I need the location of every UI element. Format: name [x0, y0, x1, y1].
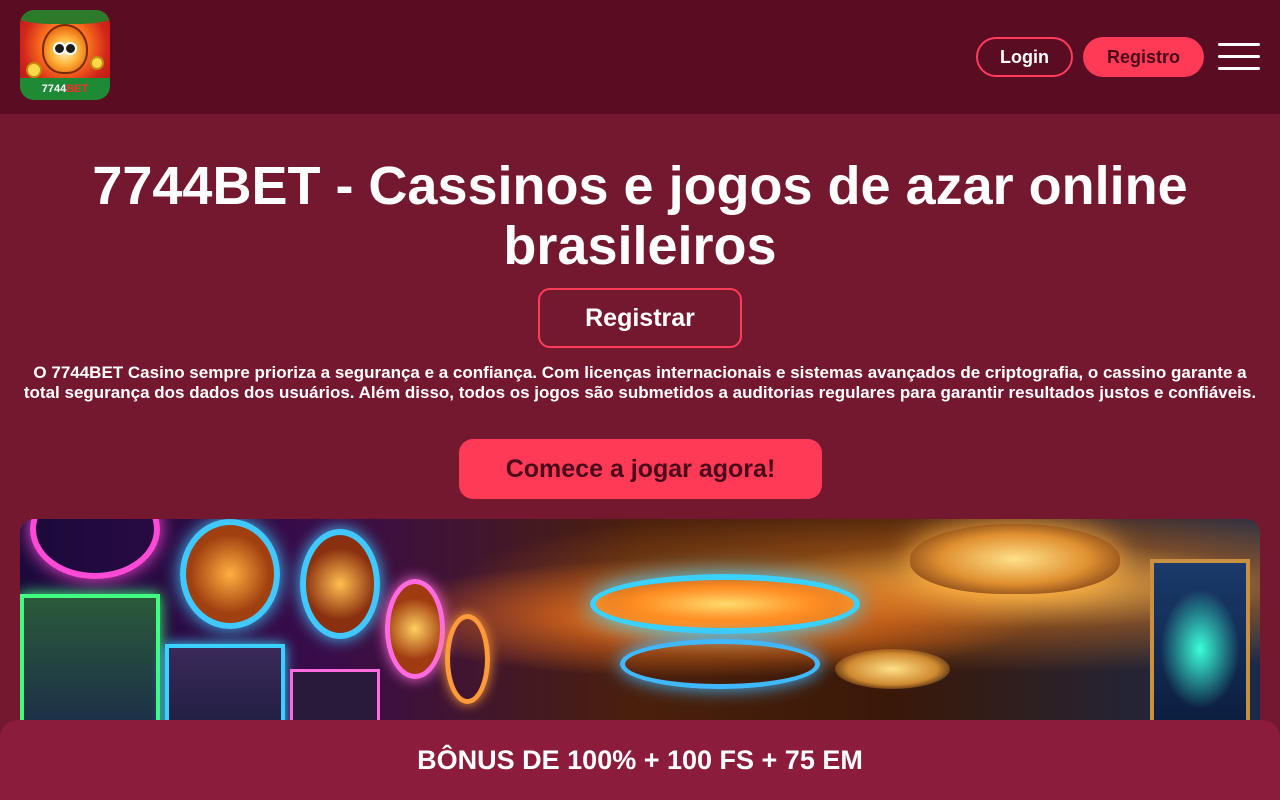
start-playing-button[interactable]: Comece a jogar agora! [459, 439, 822, 499]
logo-brand-text-red: BET [66, 83, 89, 95]
bonus-banner[interactable]: BÔNUS DE 100% + 100 FS + 75 EM [0, 720, 1280, 800]
chandelier-decoration [590, 574, 860, 634]
menu-line [1218, 43, 1260, 46]
logo-brand-bar: 7744BET [20, 78, 110, 100]
menu-line [1218, 67, 1260, 70]
chandelier-decoration [910, 524, 1120, 594]
slot-machine-decoration [20, 594, 160, 739]
site-logo[interactable]: 7744BET [20, 10, 110, 100]
login-button[interactable]: Login [976, 37, 1073, 77]
menu-line [1218, 55, 1260, 58]
page-title: 7744BET - Cassinos e jogos de azar onlin… [92, 156, 1188, 276]
chandelier-decoration [835, 649, 950, 689]
glow-decoration [1160, 589, 1240, 709]
logo-leaf-decoration [20, 10, 110, 24]
coin-icon [26, 62, 42, 78]
registrar-button[interactable]: Registrar [538, 288, 742, 348]
neon-ring-decoration [300, 529, 380, 639]
neon-ring-decoration [30, 519, 160, 579]
intro-description: O 7744BET Casino sempre prioriza a segur… [23, 363, 1257, 402]
hamburger-menu-icon[interactable] [1218, 43, 1260, 71]
site-header: 7744BET Login Registro [0, 0, 1280, 114]
chandelier-decoration [620, 639, 820, 689]
neon-ring-decoration [385, 579, 445, 679]
coin-icon [90, 56, 104, 70]
neon-ring-decoration [445, 614, 490, 704]
tiger-mascot-icon [42, 24, 88, 74]
logo-brand-text-white: 7744 [41, 83, 67, 95]
neon-ring-decoration [180, 519, 280, 629]
casino-hero-image [20, 519, 1260, 739]
register-button[interactable]: Registro [1083, 37, 1204, 77]
